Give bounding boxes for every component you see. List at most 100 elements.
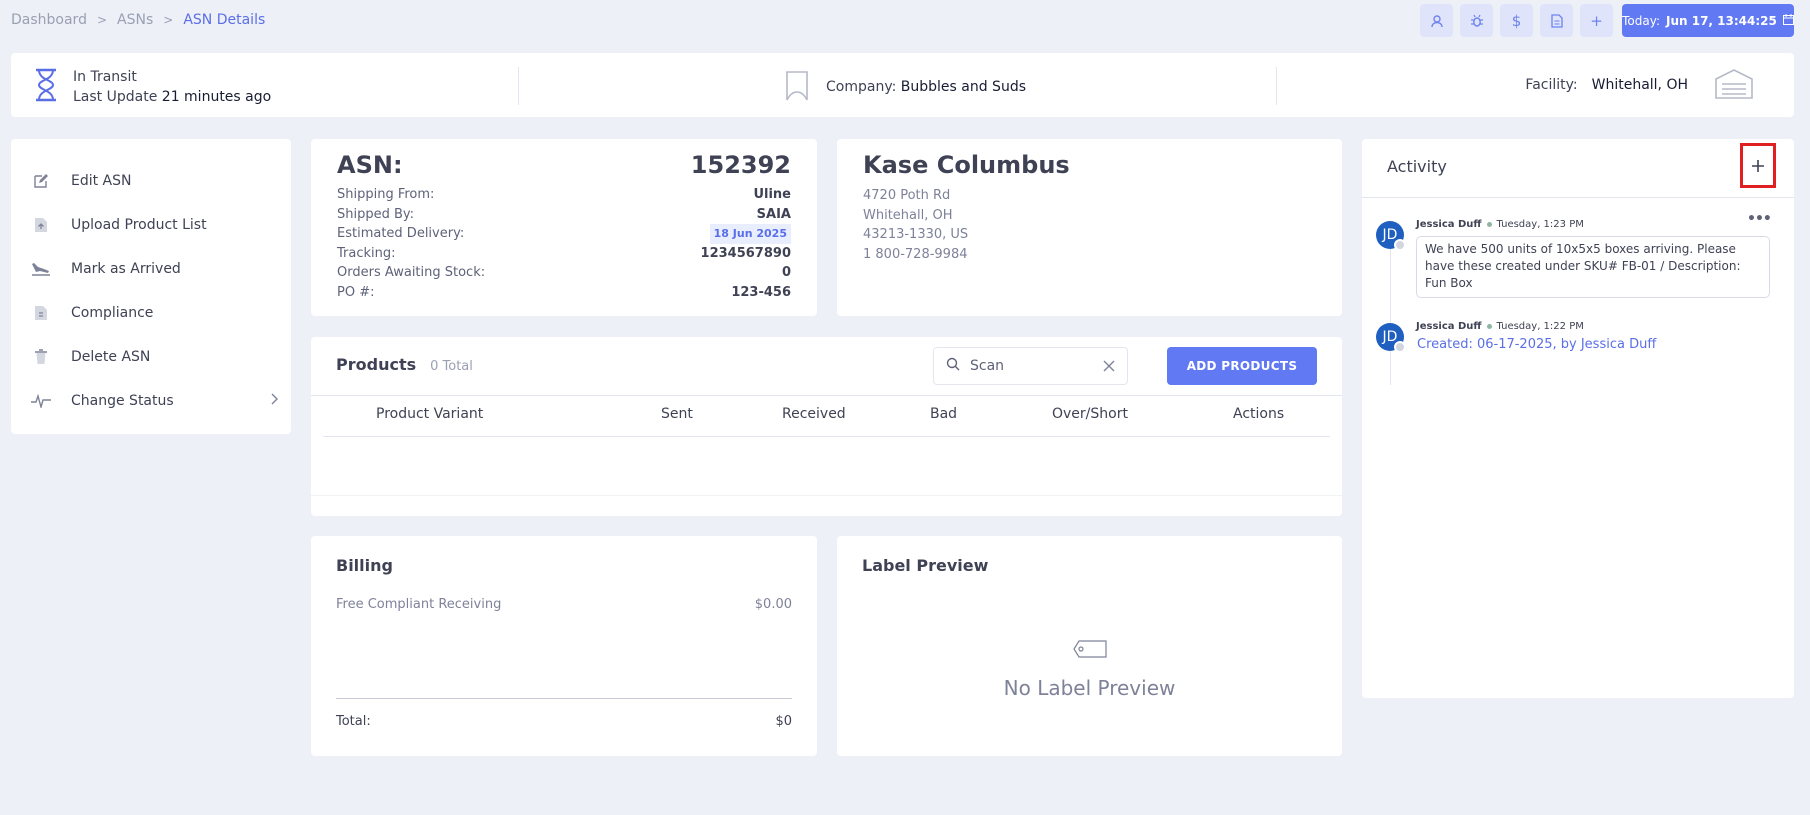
facility-label: Facility: [1525,77,1578,93]
breadcrumb-asns[interactable]: ASNs [117,12,153,28]
status-state: In Transit [73,69,137,85]
dollar-icon[interactable]: $ [1500,4,1533,37]
asn-summary-card: ASN: 152392 Shipping From: Uline Shipped … [311,139,817,316]
divider [518,67,519,105]
menu-compliance[interactable]: Compliance [11,291,291,335]
no-label-preview-text: No Label Preview [1003,676,1176,700]
menu-delete-asn[interactable]: Delete ASN [11,335,291,379]
column-sent[interactable]: Sent [661,406,693,422]
address-phone: 1 800-728-9984 [863,246,968,262]
breadcrumb-dashboard[interactable]: Dashboard [11,12,87,28]
clear-icon[interactable] [1103,357,1115,376]
asn-label: ASN: [337,151,403,179]
separator-dot [1486,324,1492,329]
timeline-line [1390,242,1391,322]
activity-meta: Jessica Duff Tuesday, 1:22 PM [1416,321,1584,332]
asn-row-value: 1234567890 [700,245,791,261]
activity-time: Tuesday, 1:22 PM [1496,321,1584,332]
menu-change-status[interactable]: Change Status [11,379,291,423]
menu-item-label: Edit ASN [71,173,132,189]
last-update-value: 21 minutes ago [161,89,272,105]
menu-item-label: Change Status [71,393,174,409]
asn-row-value: Uline [753,187,791,202]
today-date-button[interactable]: Today: Jun 17, 13:44:25 [1622,4,1794,37]
activity-meta: Jessica Duff Tuesday, 1:23 PM [1416,219,1584,230]
today-value: Jun 17, 13:44:25 [1666,13,1777,28]
add-activity-button[interactable] [1740,143,1776,188]
column-actions: Actions [1233,406,1285,422]
address-line: 4720 Poth Rd [863,188,951,203]
breadcrumb-separator: > [163,13,174,27]
divider [323,436,1330,437]
warehouse-icon [1714,67,1754,103]
menu-item-label: Compliance [71,305,154,321]
asn-row-key: PO #: [337,284,375,300]
products-title: Products [336,355,417,374]
presence-dot [1394,239,1406,251]
activity-title: Activity [1387,157,1447,176]
activity-time: Tuesday, 1:23 PM [1496,219,1584,230]
asn-row-key: Shipped By: [337,206,415,222]
scan-input[interactable]: Scan [933,347,1128,385]
menu-mark-as-arrived[interactable]: Mark as Arrived [11,247,291,291]
today-prefix: Today: [1622,13,1660,28]
breadcrumb: Dashboard > ASNs > ASN Details [11,12,265,28]
pulse-icon [31,391,51,411]
avatar: JD [1376,221,1406,251]
menu-edit-asn[interactable]: Edit ASN [11,159,291,203]
add-products-button[interactable]: ADD PRODUCTS [1167,347,1317,385]
facility-info: Facility: Whitehall, OH [1525,67,1754,103]
status-bar: In Transit Last Update 21 minutes ago Co… [11,53,1794,117]
plus-icon [1752,159,1764,172]
last-update-label: Last Update [73,89,158,105]
company-value: Bubbles and Suds [900,79,1026,95]
avatar: JD [1376,323,1406,353]
column-product-variant[interactable]: Product Variant [376,406,483,422]
billing-total-value: $0 [775,714,792,729]
asn-row-value: SAIA [756,206,791,222]
document-icon[interactable] [1540,4,1573,37]
building-icon [784,69,810,105]
divider [311,495,1342,496]
activity-author: Jessica Duff [1416,321,1482,332]
address-line: Whitehall, OH [863,207,953,223]
calendar-icon [1782,13,1794,28]
label-preview-title: Label Preview [862,556,989,575]
column-bad[interactable]: Bad [930,406,957,422]
asn-row-value: 123-456 [731,284,791,300]
warehouse-address-card: Kase Columbus 4720 Poth Rd Whitehall, OH… [837,139,1342,316]
billing-title: Billing [336,556,393,575]
chevron-right-icon [271,393,279,409]
more-options-icon[interactable]: ••• [1747,211,1772,227]
facility-value: Whitehall, OH [1591,77,1688,93]
asn-row-orders-awaiting: Orders Awaiting Stock: 0 [337,263,791,283]
scan-value: Scan [970,358,1005,374]
company-label: Company: [826,79,897,95]
separator-dot [1486,222,1492,227]
trash-icon [31,347,51,367]
column-over-short[interactable]: Over/Short [1052,406,1128,422]
plus-icon[interactable]: + [1580,4,1613,37]
activity-author: Jessica Duff [1416,219,1482,230]
asn-actions-menu: Edit ASN Upload Product List Mark as Arr… [11,139,291,434]
column-received[interactable]: Received [782,406,846,422]
compliance-file-icon [31,303,51,323]
products-count: 0 Total [430,359,473,374]
billing-line-value: $0.00 [754,597,792,612]
plane-landing-icon [31,259,51,279]
activity-created-text: Created: 06-17-2025, by Jessica Duff [1417,337,1657,352]
asn-row-key: Estimated Delivery: [337,226,465,241]
bug-icon[interactable] [1460,4,1493,37]
activity-panel: Activity JD Jessica Duff Tuesday, 1:23 P… [1362,139,1794,698]
menu-upload-product-list[interactable]: Upload Product List [11,203,291,247]
user-icon[interactable] [1420,4,1453,37]
asn-row-estimated-delivery: Estimated Delivery: 18 Jun 2025 [337,224,791,244]
company-info: Company: Bubbles and Suds [784,69,1026,105]
warehouse-name: Kase Columbus [863,151,1070,179]
divider [1362,197,1794,198]
delivery-date-badge: 18 Jun 2025 [709,224,791,244]
menu-item-label: Delete ASN [71,349,151,365]
billing-line: Free Compliant Receiving $0.00 [336,597,792,612]
billing-total: Total: $0 [336,714,792,729]
timeline-line [1390,345,1391,385]
